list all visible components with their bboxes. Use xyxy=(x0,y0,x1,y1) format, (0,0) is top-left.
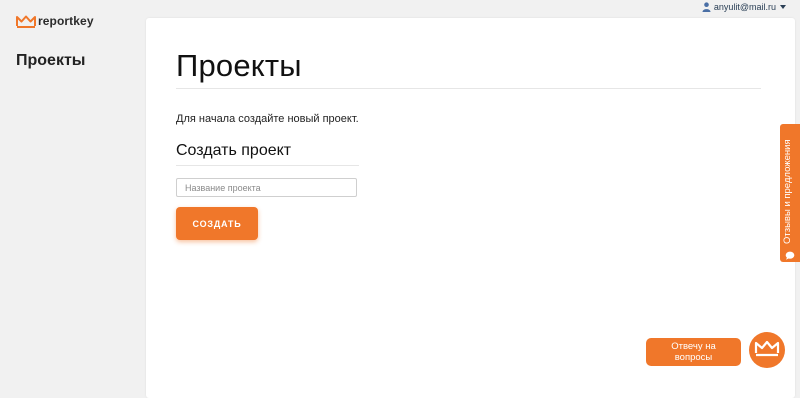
crown-icon xyxy=(16,15,36,28)
feedback-tab[interactable]: Отзывы и предложения xyxy=(780,124,800,262)
crown-icon xyxy=(754,339,780,362)
page-title: Проекты xyxy=(176,48,302,83)
intro-text: Для начала создайте новый проект. xyxy=(176,113,359,125)
title-divider xyxy=(176,88,761,89)
user-email: anyulit@mail.ru xyxy=(713,2,776,12)
create-project-heading: Создать проект xyxy=(176,142,292,159)
chevron-down-icon xyxy=(780,5,786,9)
help-button[interactable]: Отвечу на вопросы xyxy=(646,338,741,366)
feedback-label: Отзывы и предложения xyxy=(782,139,793,244)
chat-bubble-icon xyxy=(785,247,795,260)
user-icon xyxy=(702,2,711,12)
logo-text: reportkey xyxy=(38,14,94,28)
create-button[interactable]: СОЗДАТЬ xyxy=(176,207,258,240)
logo[interactable]: reportkey xyxy=(16,14,94,28)
section-divider xyxy=(176,165,359,166)
sidebar-title: Проекты xyxy=(16,52,86,69)
project-name-input[interactable] xyxy=(176,178,357,197)
user-menu[interactable]: anyulit@mail.ru xyxy=(702,2,786,12)
assistant-avatar[interactable] xyxy=(749,332,785,368)
